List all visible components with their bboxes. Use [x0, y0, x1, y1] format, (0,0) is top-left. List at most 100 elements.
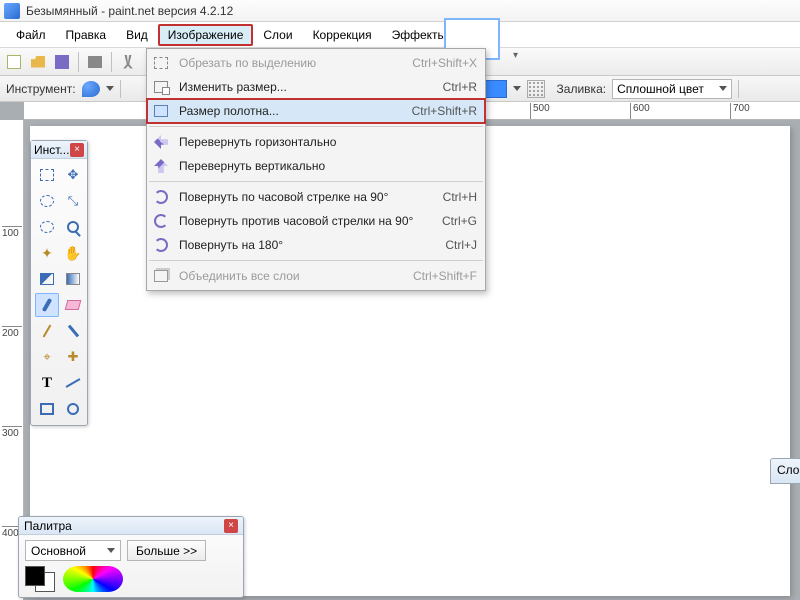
brush-tool-icon	[42, 298, 52, 312]
pencil-tool-icon	[43, 324, 52, 337]
mi-resize-icon	[151, 77, 171, 97]
thumbnail-expand-icon[interactable]: ▾	[513, 50, 518, 61]
mi-cansize-icon	[151, 101, 171, 121]
primary-color[interactable]	[25, 566, 45, 586]
cut-icon	[122, 55, 134, 69]
move-tool-icon: ✥	[68, 167, 79, 183]
line-tool[interactable]	[61, 371, 85, 395]
menu-item[interactable]: Изменить размер...Ctrl+R	[147, 75, 485, 99]
move-selection-tool[interactable]: ⤡	[61, 189, 85, 213]
ruler-tick: 100	[2, 226, 22, 239]
mi-rotcc-icon	[151, 211, 171, 231]
color-picker-tool[interactable]	[61, 319, 85, 343]
brush-tool[interactable]	[35, 293, 59, 317]
eraser-tool[interactable]	[61, 293, 85, 317]
recolor-tool-icon: ✚	[68, 349, 79, 365]
clone-tool-icon: ⌖	[43, 349, 50, 365]
ruler-tick: 600	[630, 103, 650, 119]
colors-window-title[interactable]: Палитра ×	[19, 517, 243, 535]
colors-window[interactable]: Палитра × Основной Больше >>	[18, 516, 244, 598]
save-icon	[55, 55, 69, 69]
color-wheel[interactable]	[63, 566, 123, 592]
menu-item-label: Перевернуть вертикально	[179, 159, 469, 173]
more-button[interactable]: Больше >>	[127, 540, 206, 561]
new-button[interactable]	[4, 52, 24, 72]
menu-item[interactable]: Повернуть на 180° Ctrl+J	[147, 233, 485, 257]
tools-window[interactable]: Инст... × ✥ ⤡ ✦✋ ⌖ ✚ T	[30, 140, 88, 426]
title-bar: Безымянный - paint.net версия 4.2.12	[0, 0, 800, 22]
open-button[interactable]	[28, 52, 48, 72]
move-selection-tool-icon: ⤡	[68, 193, 78, 209]
menu-item: Обрезать по выделениюCtrl+Shift+X	[147, 51, 485, 75]
color-mode-value: Основной	[31, 544, 86, 558]
more-label: Больше >>	[136, 544, 197, 558]
text-tool[interactable]: T	[35, 371, 59, 395]
menu-item[interactable]: Повернуть по часовой стрелке на 90°Ctrl+…	[147, 185, 485, 209]
print-icon	[88, 56, 102, 68]
fill-combo[interactable]: Сплошной цвет	[612, 79, 732, 99]
gradient-tool[interactable]	[61, 267, 85, 291]
chevron-down-icon	[719, 86, 727, 91]
image-menu-dropdown: Обрезать по выделениюCtrl+Shift+XИзменит…	[146, 48, 486, 291]
rect-shape-tool[interactable]	[35, 397, 59, 421]
color-dropdown-icon[interactable]	[513, 86, 521, 91]
chevron-down-icon	[107, 548, 115, 553]
color-picker-tool-icon	[67, 325, 78, 338]
close-icon[interactable]: ×	[224, 519, 238, 533]
menu-item-shortcut: Ctrl+G	[442, 214, 477, 228]
open-icon	[31, 56, 45, 68]
menu-коррекция[interactable]: Коррекция	[303, 24, 382, 46]
menu-вид[interactable]: Вид	[116, 24, 158, 46]
layers-window[interactable]: Сло	[770, 458, 800, 484]
clone-tool[interactable]: ⌖	[35, 345, 59, 369]
move-tool[interactable]: ✥	[61, 163, 85, 187]
menu-separator	[149, 260, 483, 261]
cut-button[interactable]	[118, 52, 138, 72]
tools-window-title[interactable]: Инст... ×	[31, 141, 87, 159]
menu-item-label: Повернуть на 180°	[179, 238, 437, 252]
tool-label: Инструмент:	[6, 82, 76, 96]
color-mode-combo[interactable]: Основной	[25, 540, 121, 561]
rect-select-tool[interactable]	[35, 163, 59, 187]
tool-dropdown-icon[interactable]	[106, 86, 114, 91]
save-button[interactable]	[52, 52, 72, 72]
menu-item[interactable]: Повернуть против часовой стрелки на 90°C…	[147, 209, 485, 233]
layers-title-text: Сло	[777, 463, 799, 477]
menu-слои[interactable]: Слои	[253, 24, 302, 46]
menu-файл[interactable]: Файл	[6, 24, 56, 46]
text-tool-icon: T	[42, 375, 52, 392]
pattern-icon[interactable]	[527, 80, 545, 98]
magic-wand-tool[interactable]: ✦	[35, 241, 59, 265]
close-icon[interactable]: ×	[70, 143, 84, 157]
print-button[interactable]	[85, 52, 105, 72]
colors-title-text: Палитра	[24, 519, 72, 533]
ruler-tick: 700	[730, 103, 750, 119]
zoom-tool[interactable]	[61, 215, 85, 239]
menu-separator	[149, 181, 483, 182]
mi-rotc-icon	[151, 187, 171, 207]
menu-item[interactable]: Перевернуть горизонтально	[147, 130, 485, 154]
menu-item-label: Повернуть по часовой стрелке на 90°	[179, 190, 435, 204]
menu-item[interactable]: Перевернуть вертикально	[147, 154, 485, 178]
ellipse-select-tool[interactable]	[35, 215, 59, 239]
rect-select-tool-icon	[40, 169, 54, 181]
mi-fliph-icon	[151, 132, 171, 152]
menu-правка[interactable]: Правка	[56, 24, 117, 46]
app-icon	[4, 3, 20, 19]
fill-value: Сплошной цвет	[617, 82, 704, 96]
menu-изображение[interactable]: Изображение	[158, 24, 254, 46]
menu-item[interactable]: Размер полотна...Ctrl+Shift+R	[147, 99, 485, 123]
color-swatch-pair[interactable]	[25, 566, 55, 592]
menu-item-shortcut: Ctrl+Shift+X	[412, 56, 477, 70]
ruler-tick: 500	[530, 103, 550, 119]
pan-tool[interactable]: ✋	[61, 241, 85, 265]
gradient-tool-icon	[66, 273, 80, 285]
brush-icon	[82, 81, 100, 97]
lasso-tool[interactable]	[35, 189, 59, 213]
pencil-tool[interactable]	[35, 319, 59, 343]
menu-item-shortcut: Ctrl+J	[445, 238, 477, 252]
shapes-tool[interactable]	[61, 397, 85, 421]
ruler-tick: 300	[2, 426, 22, 439]
fill-tool[interactable]	[35, 267, 59, 291]
recolor-tool[interactable]: ✚	[61, 345, 85, 369]
